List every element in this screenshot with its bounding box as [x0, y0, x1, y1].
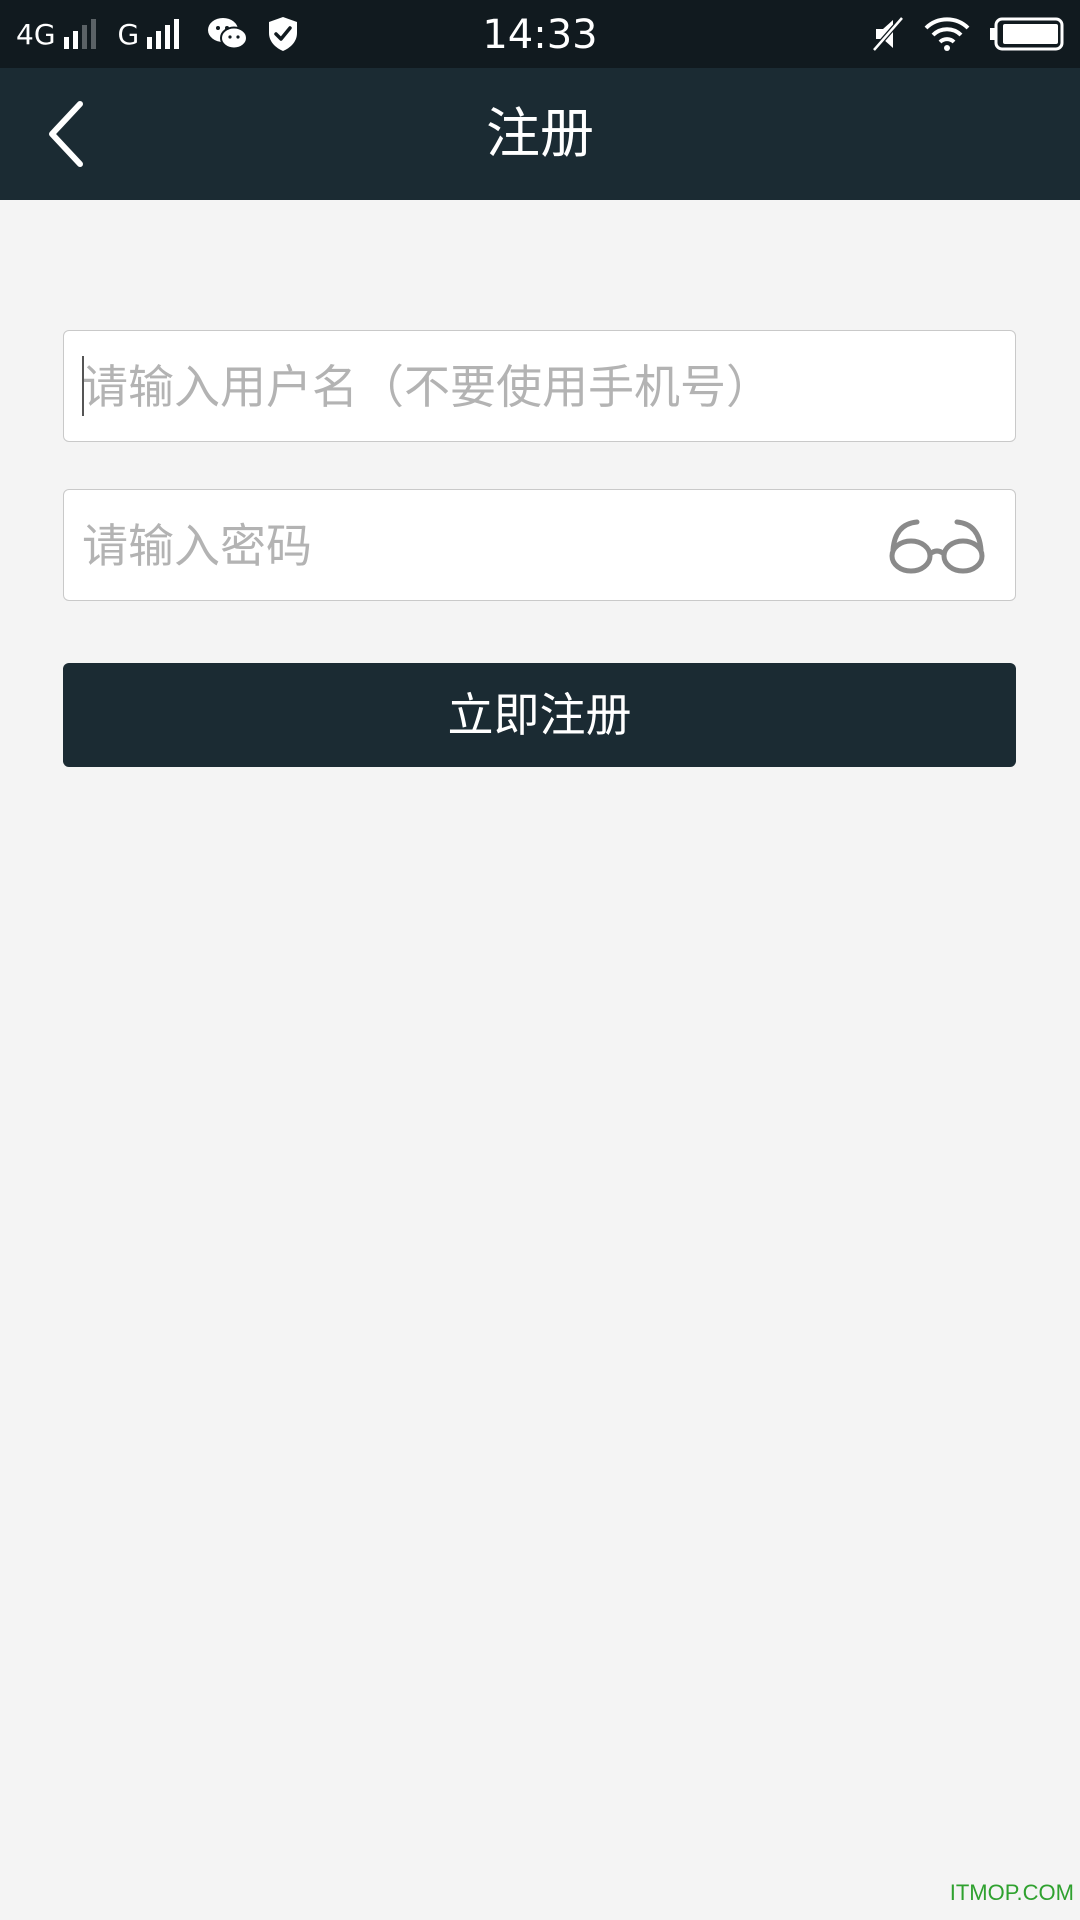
password-input[interactable]: [80, 490, 844, 602]
app-header: 注册: [0, 68, 1080, 200]
register-button[interactable]: 立即注册: [63, 663, 1016, 767]
status-bar: 4G G 14:33: [0, 0, 1080, 68]
watermark: ITMOP.COM: [949, 1880, 1074, 1905]
text-cursor: [82, 356, 84, 416]
wifi-icon: [924, 17, 970, 51]
status-right: [872, 14, 1064, 54]
password-visibility-toggle[interactable]: [887, 516, 987, 576]
password-field[interactable]: [63, 489, 1016, 602]
username-field[interactable]: [63, 330, 1016, 443]
battery-icon: [990, 17, 1064, 51]
mute-icon: [872, 16, 904, 52]
username-input[interactable]: [80, 331, 904, 443]
page-title: 注册: [486, 102, 594, 165]
glasses-icon: [889, 519, 985, 574]
